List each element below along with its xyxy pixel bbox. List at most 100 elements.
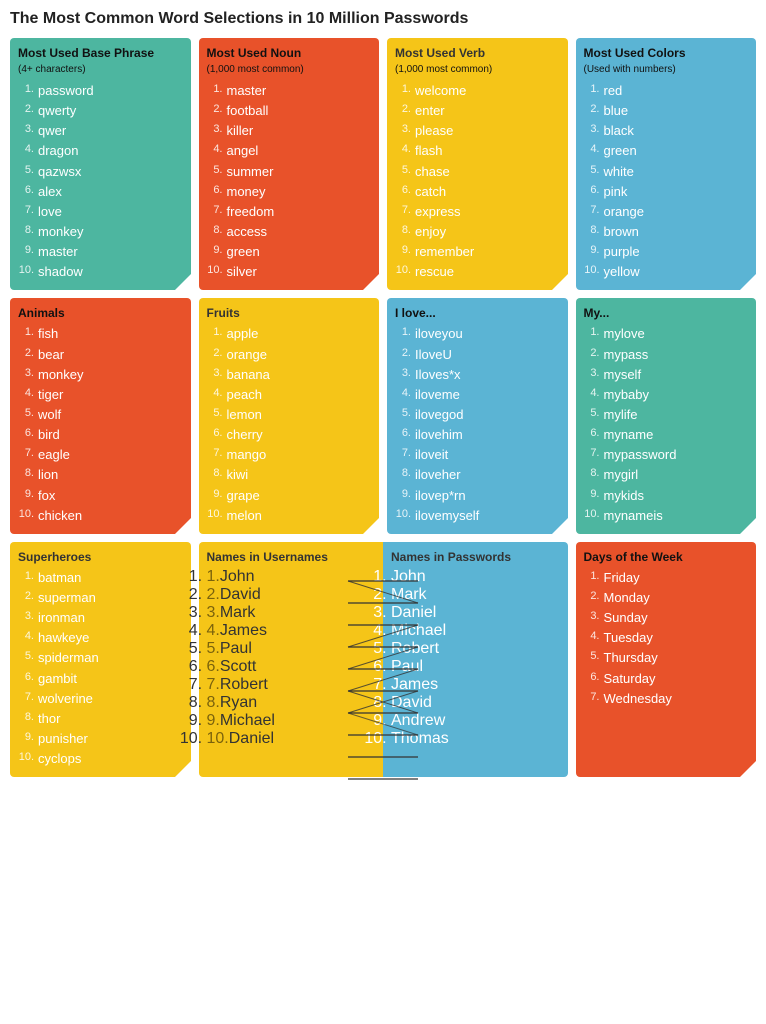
- card-subtitle-verbs: (1,000 most common): [395, 64, 560, 75]
- list-item: 3.qwer: [18, 121, 183, 141]
- card-title-nouns: Most Used Noun: [207, 46, 372, 60]
- list-item: 10.shadow: [18, 262, 183, 282]
- card-animals: Animals 1.fish 2.bear 3.monkey 4.tiger 5…: [10, 298, 191, 533]
- list-item: 1.batman: [18, 568, 183, 588]
- list-item: 5.white: [584, 162, 749, 182]
- list-item: 10.rescue: [395, 262, 560, 282]
- list-item: 9.remember: [395, 242, 560, 262]
- list-item: 7.wolverine: [18, 689, 183, 709]
- list-item: 1.red: [584, 81, 749, 101]
- list-days: 1.Friday 2.Monday 3.Sunday 4.Tuesday 5.T…: [584, 568, 749, 709]
- card-title-superheroes: Superheroes: [18, 550, 183, 564]
- card-my: My... 1.mylove 2.mypass 3.myself 4.mybab…: [576, 298, 757, 533]
- list-item: 7.love: [18, 202, 183, 222]
- list-item: 6.money: [207, 182, 372, 202]
- list-item: 8.monkey: [18, 222, 183, 242]
- card-title-names-usernames: Names in Usernames: [207, 550, 376, 564]
- card-base-phrase: Most Used Base Phrase (4+ characters) 1.…: [10, 38, 191, 290]
- list-item: 7.mypassword: [584, 445, 749, 465]
- list-item: 3.ironman: [18, 608, 183, 628]
- list-item: 6.Saturday: [584, 669, 749, 689]
- list-item: 6.myname: [584, 425, 749, 445]
- list-item: 4.mybaby: [584, 385, 749, 405]
- list-item: 7.freedom: [207, 202, 372, 222]
- card-title-days: Days of the Week: [584, 550, 749, 564]
- list-item: 8.iloveher: [395, 465, 560, 485]
- list-nouns: 1.master 2.football 3.killer 4.angel 5.s…: [207, 81, 372, 282]
- list-item: 6.gambit: [18, 669, 183, 689]
- card-colors: Most Used Colors (Used with numbers) 1.r…: [576, 38, 757, 290]
- list-item: 9.master: [18, 242, 183, 262]
- list-item: 6.pink: [584, 182, 749, 202]
- list-item: 1.iloveyou: [395, 324, 560, 344]
- card-subtitle-base-phrase: (4+ characters): [18, 64, 183, 75]
- list-item: 9.fox: [18, 486, 183, 506]
- list-ilove: 1.iloveyou 2.IloveU 3.Iloves*x 4.iloveme…: [395, 324, 560, 525]
- list-item: 4.tiger: [18, 385, 183, 405]
- list-item: 5.qazwsx: [18, 162, 183, 182]
- list-item: 3.please: [395, 121, 560, 141]
- card-fruits: Fruits 1.apple 2.orange 3.banana 4.peach…: [199, 298, 380, 533]
- list-item: 6.catch: [395, 182, 560, 202]
- list-item: 2.superman: [18, 588, 183, 608]
- list-item: 2.enter: [395, 101, 560, 121]
- list-item: 2.orange: [207, 345, 372, 365]
- list-fruits: 1.apple 2.orange 3.banana 4.peach 5.lemo…: [207, 324, 372, 525]
- list-item: 2.IloveU: [395, 345, 560, 365]
- card-subtitle-colors: (Used with numbers): [584, 64, 749, 75]
- list-item: 4.Tuesday: [584, 628, 749, 648]
- list-item: 3.myself: [584, 365, 749, 385]
- list-colors: 1.red 2.blue 3.black 4.green 5.white 6.p…: [584, 81, 749, 282]
- card-ilove: I love... 1.iloveyou 2.IloveU 3.Iloves*x…: [387, 298, 568, 533]
- list-item: 7.mango: [207, 445, 372, 465]
- list-item: 3.black: [584, 121, 749, 141]
- list-item: 7.iloveit: [395, 445, 560, 465]
- card-title-ilove: I love...: [395, 306, 560, 320]
- list-item: 5.ilovegod: [395, 405, 560, 425]
- list-item: 8.lion: [18, 465, 183, 485]
- card-title-colors: Most Used Colors: [584, 46, 749, 60]
- card-title-base-phrase: Most Used Base Phrase: [18, 46, 183, 60]
- list-item: 5.wolf: [18, 405, 183, 425]
- card-title-verbs: Most Used Verb: [395, 46, 560, 60]
- list-item: 10.melon: [207, 506, 372, 526]
- card-title-fruits: Fruits: [207, 306, 372, 320]
- list-item: 2.football: [207, 101, 372, 121]
- list-item: 5.Thursday: [584, 648, 749, 668]
- list-item: 9.ilovep*rn: [395, 486, 560, 506]
- list-item: 5.spiderman: [18, 648, 183, 668]
- list-item: 3.monkey: [18, 365, 183, 385]
- list-item: 2.qwerty: [18, 101, 183, 121]
- list-item: 3.banana: [207, 365, 372, 385]
- list-item: 9.green: [207, 242, 372, 262]
- list-item: 6.ilovehim: [395, 425, 560, 445]
- list-item: 10.ilovemyself: [395, 506, 560, 526]
- list-item: 3.Sunday: [584, 608, 749, 628]
- list-item: 10.chicken: [18, 506, 183, 526]
- list-item: 6.bird: [18, 425, 183, 445]
- list-item: 9.grape: [207, 486, 372, 506]
- list-item: 4.hawkeye: [18, 628, 183, 648]
- list-item: 6.cherry: [207, 425, 372, 445]
- list-item: 8.access: [207, 222, 372, 242]
- card-title-names-passwords: Names in Passwords: [391, 550, 560, 564]
- list-item: 8.mygirl: [584, 465, 749, 485]
- list-verbs: 1.welcome 2.enter 3.please 4.flash 5.cha…: [395, 81, 560, 282]
- names-combined: Names in Usernames 1.John 2.David 3.Mark…: [199, 542, 568, 777]
- list-item: 10.cyclops: [18, 749, 183, 769]
- card-nouns: Most Used Noun (1,000 most common) 1.mas…: [199, 38, 380, 290]
- list-item: 5.chase: [395, 162, 560, 182]
- list-item: 10.silver: [207, 262, 372, 282]
- list-item: 5.mylife: [584, 405, 749, 425]
- list-item: 8.enjoy: [395, 222, 560, 242]
- list-item: 1.Friday: [584, 568, 749, 588]
- list-item: 4.iloveme: [395, 385, 560, 405]
- card-title-animals: Animals: [18, 306, 183, 320]
- list-base-phrase: 1.password 2.qwerty 3.qwer 4.dragon 5.qa…: [18, 81, 183, 282]
- card-verbs: Most Used Verb (1,000 most common) 1.wel…: [387, 38, 568, 290]
- list-item: 2.bear: [18, 345, 183, 365]
- list-item: 5.summer: [207, 162, 372, 182]
- list-item: 8.brown: [584, 222, 749, 242]
- list-item: 6.alex: [18, 182, 183, 202]
- list-my: 1.mylove 2.mypass 3.myself 4.mybaby 5.my…: [584, 324, 749, 525]
